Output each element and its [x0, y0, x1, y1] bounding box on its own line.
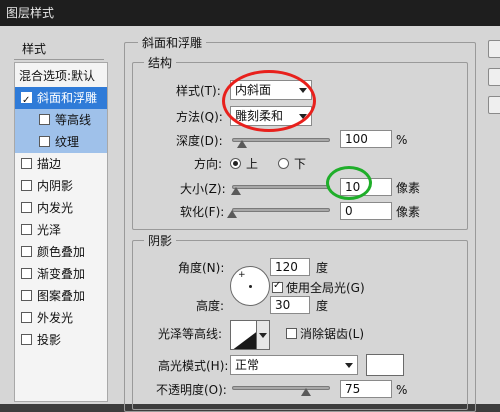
angle-dial[interactable]: +: [230, 266, 270, 306]
angle-input[interactable]: 120: [270, 258, 310, 276]
window-title: 图层样式: [0, 0, 500, 26]
sidebar-item-checkbox[interactable]: [21, 312, 32, 323]
shading-group-title: 阴影: [144, 234, 177, 248]
global-light-checkbox[interactable]: [272, 280, 283, 293]
sidebar-item-label: 描边: [37, 157, 62, 171]
sidebar-item-checkbox[interactable]: [21, 158, 32, 169]
highlight-color-swatch[interactable]: [366, 354, 404, 376]
size-slider-thumb[interactable]: [230, 187, 241, 195]
antialias-checkbox[interactable]: [286, 328, 297, 339]
cancel-button[interactable]: [488, 68, 500, 86]
sidebar-item-checkbox[interactable]: [21, 334, 32, 345]
sidebar-item-checkbox[interactable]: [21, 202, 32, 213]
structure-group-title: 结构: [144, 56, 177, 70]
green-annotation-circle: [326, 166, 372, 200]
depth-slider-thumb[interactable]: [236, 140, 247, 148]
bevel-group-title: 斜面和浮雕: [138, 36, 207, 50]
soften-label: 软化(F):: [180, 205, 225, 219]
chevron-down-icon: [259, 333, 267, 338]
sidebar-item[interactable]: 内发光: [15, 197, 107, 219]
global-light-label: 使用全局光(G): [286, 281, 365, 295]
soften-unit: 像素: [396, 205, 421, 219]
sidebar-item-label: 等高线: [55, 113, 92, 127]
sidebar-item-checkbox[interactable]: [21, 290, 32, 301]
depth-unit: %: [396, 133, 408, 147]
sidebar-item-checkbox[interactable]: [21, 180, 32, 191]
sidebar-item[interactable]: 描边: [15, 153, 107, 175]
size-unit: 像素: [396, 181, 421, 195]
direction-label: 方向:: [194, 157, 223, 171]
sidebar-item[interactable]: 光泽: [15, 219, 107, 241]
ok-button[interactable]: [488, 40, 500, 58]
soften-input[interactable]: 0: [340, 202, 392, 220]
technique-label: 方法(Q):: [176, 110, 223, 124]
sidebar-item-label: 光泽: [37, 223, 62, 237]
sidebar-item[interactable]: 混合选项:默认: [15, 65, 107, 87]
sidebar-item-checkbox[interactable]: [21, 224, 32, 235]
sidebar-item[interactable]: 颜色叠加: [15, 241, 107, 263]
sidebar-item[interactable]: 外发光: [15, 307, 107, 329]
opacity-slider[interactable]: [232, 386, 330, 390]
sidebar-item-label: 内发光: [37, 201, 74, 215]
angle-label: 角度(N):: [178, 261, 225, 275]
direction-down-label: 下: [294, 157, 307, 171]
size-label: 大小(Z):: [180, 182, 226, 196]
sidebar-item-label: 投影: [37, 333, 62, 347]
sidebar-item[interactable]: 纹理: [15, 131, 107, 153]
opacity-slider-thumb[interactable]: [300, 388, 311, 396]
red-annotation-circle: [222, 70, 316, 132]
opacity-unit: %: [396, 383, 408, 397]
direction-down-radio[interactable]: [278, 158, 289, 169]
sidebar-item-label: 外发光: [37, 311, 74, 325]
styles-header[interactable]: 样式: [14, 38, 104, 60]
light-source-icon: +: [238, 270, 246, 280]
sidebar-item-label: 斜面和浮雕: [37, 91, 98, 105]
opacity-input[interactable]: 75: [340, 380, 392, 398]
depth-input[interactable]: 100: [340, 130, 392, 148]
sidebar-item-label: 纹理: [55, 135, 80, 149]
sidebar-item[interactable]: 内阴影: [15, 175, 107, 197]
gloss-contour-dropdown[interactable]: [256, 320, 270, 350]
sidebar-item-label: 混合选项:默认: [19, 69, 96, 83]
sidebar-item[interactable]: 投影: [15, 329, 107, 351]
sidebar-item-label: 图案叠加: [37, 289, 86, 303]
direction-up-radio[interactable]: [230, 158, 241, 169]
size-slider[interactable]: [232, 185, 330, 189]
sidebar-item[interactable]: 渐变叠加: [15, 263, 107, 285]
sidebar-item-checkbox[interactable]: [21, 90, 32, 109]
sidebar-item-label: 内阴影: [37, 179, 74, 193]
sidebar-item-label: 渐变叠加: [37, 267, 86, 281]
new-style-button[interactable]: [488, 96, 500, 114]
angle-unit: 度: [316, 261, 329, 275]
depth-label: 深度(D):: [176, 134, 223, 148]
opacity-label: 不透明度(O):: [156, 383, 227, 397]
style-label: 样式(T):: [176, 84, 221, 98]
direction-up-label: 上: [246, 157, 259, 171]
altitude-label: 高度:: [196, 299, 225, 313]
chevron-down-icon: [345, 363, 353, 368]
sidebar-item[interactable]: 等高线: [15, 109, 107, 131]
angle-dial-center: [249, 285, 252, 288]
style-list: 混合选项:默认斜面和浮雕等高线纹理描边内阴影内发光光泽颜色叠加渐变叠加图案叠加外…: [14, 62, 108, 402]
gloss-contour-label: 光泽等高线:: [158, 327, 223, 341]
soften-slider[interactable]: [232, 208, 330, 212]
altitude-input[interactable]: 30: [270, 296, 310, 314]
highlight-mode-select[interactable]: 正常: [230, 355, 358, 375]
sidebar-item[interactable]: 图案叠加: [15, 285, 107, 307]
sidebar-item[interactable]: 斜面和浮雕: [15, 87, 107, 109]
altitude-unit: 度: [316, 299, 329, 313]
sidebar-item-checkbox[interactable]: [21, 268, 32, 279]
dialog-body: 样式 混合选项:默认斜面和浮雕等高线纹理描边内阴影内发光光泽颜色叠加渐变叠加图案…: [0, 26, 500, 412]
highlight-mode-value: 正常: [235, 358, 260, 372]
soften-slider-thumb[interactable]: [227, 210, 237, 218]
antialias-label: 消除锯齿(L): [300, 327, 365, 341]
sidebar-item-label: 颜色叠加: [37, 245, 86, 259]
highlight-mode-label: 高光模式(H):: [158, 359, 229, 373]
sidebar-item-checkbox[interactable]: [39, 114, 50, 125]
sidebar-item-checkbox[interactable]: [39, 136, 50, 147]
sidebar-item-checkbox[interactable]: [21, 246, 32, 257]
